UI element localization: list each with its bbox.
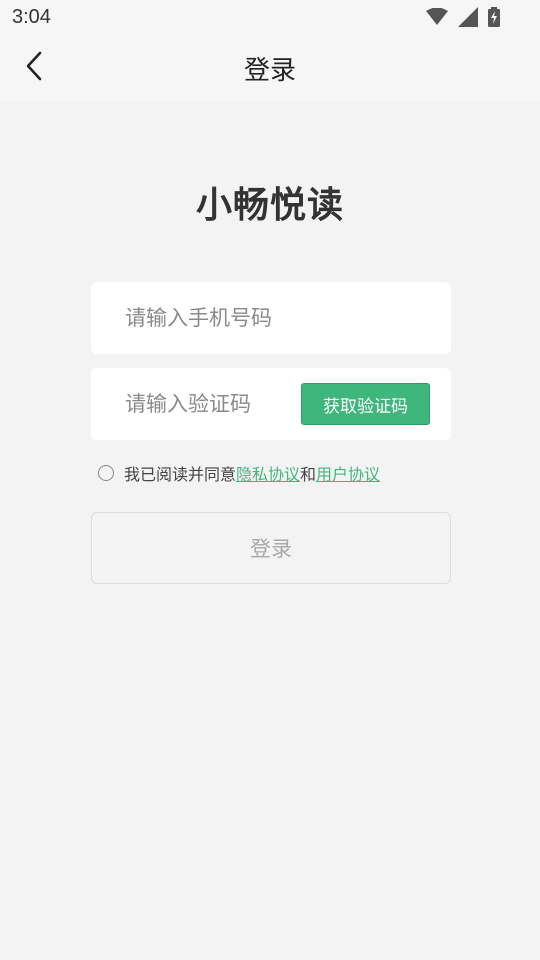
user-agreement-link[interactable]: 用户协议 (316, 461, 380, 485)
wifi-icon (426, 7, 448, 30)
agreement-joiner: 和 (300, 465, 317, 484)
battery-charging-icon (488, 7, 500, 31)
agreement-row: 我已阅读并同意 隐私协议 和 用户协议 (98, 461, 380, 485)
phone-field-container (91, 282, 451, 354)
agreement-prefix: 我已阅读并同意 (124, 465, 237, 484)
verification-code-input[interactable] (125, 368, 285, 440)
get-code-button[interactable]: 获取验证码 (301, 383, 430, 425)
nav-bar: 登录 (0, 36, 540, 102)
status-bar: 3:04 (0, 0, 540, 36)
phone-number-input[interactable] (125, 282, 425, 354)
status-icons (426, 7, 500, 31)
verification-code-field-container: 获取验证码 (91, 368, 451, 440)
signal-icon (458, 7, 478, 31)
app-title: 小畅悦读 (195, 185, 344, 226)
status-time: 3:04 (12, 6, 51, 28)
page-title: 登录 (243, 56, 296, 86)
login-button[interactable]: 登录 (91, 512, 451, 584)
privacy-policy-link[interactable]: 隐私协议 (236, 461, 300, 485)
agreement-checkbox[interactable] (98, 465, 114, 481)
